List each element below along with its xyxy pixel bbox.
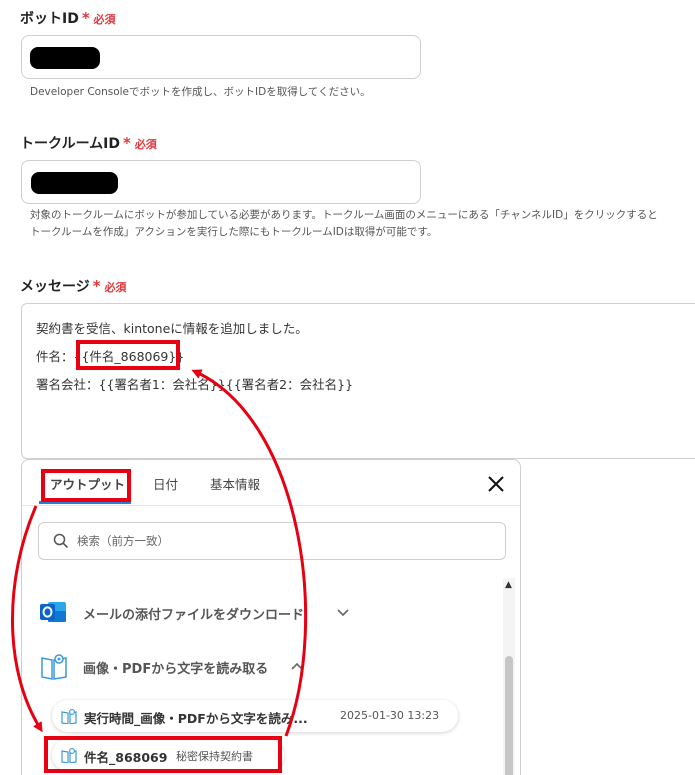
form-root: ボットID * 必須 Developer Consoleでボットを作成し、ボットI… bbox=[0, 0, 695, 775]
arrow-item-to-variable bbox=[191, 369, 308, 737]
arrow-tab-to-item bbox=[11, 505, 43, 733]
annotation-arrows bbox=[11, 369, 308, 737]
